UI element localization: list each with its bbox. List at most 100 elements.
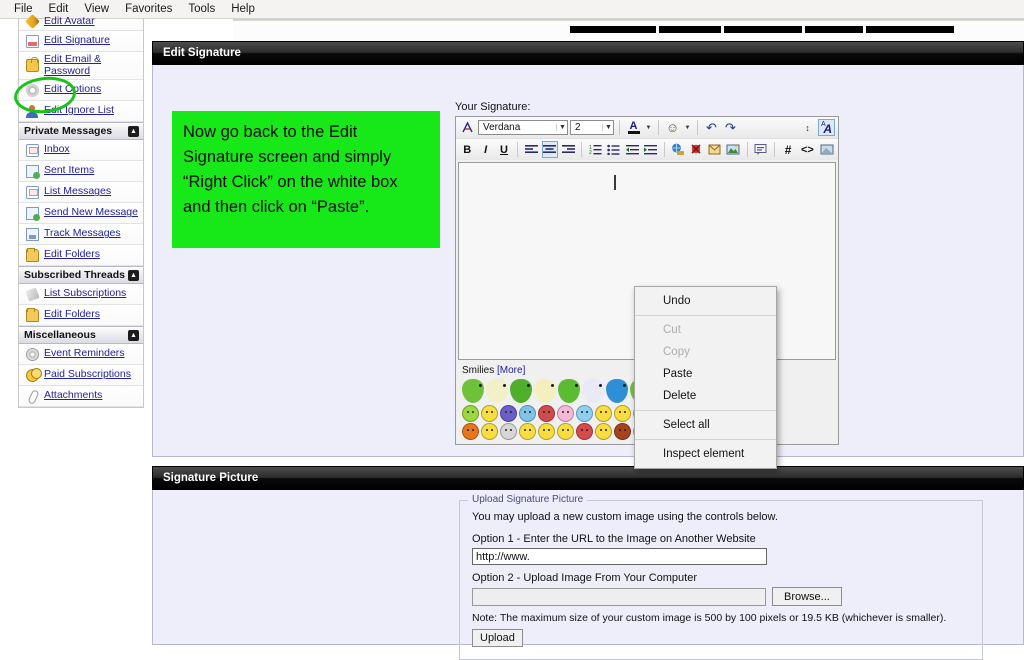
smiley-2-3[interactable] (500, 404, 517, 422)
sidebar-item-event-reminders[interactable]: Event Reminders (19, 344, 143, 365)
menu-favorites[interactable]: Favorites (117, 1, 180, 18)
smiley-bird-6[interactable] (582, 379, 604, 403)
style-picker-icon[interactable] (459, 119, 476, 136)
menu-file[interactable]: File (6, 1, 41, 18)
smiley-dropdown-icon[interactable]: ▼ (683, 119, 692, 136)
file-path-field[interactable] (472, 587, 766, 606)
align-left-button[interactable] (523, 141, 539, 158)
smiley-bird-7[interactable] (606, 379, 628, 403)
smiley-3-1[interactable] (462, 422, 479, 440)
insert-html-icon[interactable]: <> (798, 141, 816, 158)
sidebar-item-label[interactable]: Edit Folders (44, 309, 100, 321)
sidebar-item-edit-folders[interactable]: Edit Folders (19, 305, 143, 326)
context-menu-item-undo[interactable]: Undo (635, 290, 776, 312)
insert-email-icon[interactable] (707, 141, 723, 158)
indent-button[interactable] (643, 141, 659, 158)
italic-button[interactable]: I (477, 141, 493, 158)
smiley-2-2[interactable] (481, 404, 498, 422)
sidebar-item-label[interactable]: Edit Signature (44, 35, 110, 47)
align-right-button[interactable] (560, 141, 576, 158)
line-height-icon[interactable]: ↕ (799, 119, 816, 136)
browse-button[interactable]: Browse... (772, 587, 842, 606)
remove-link-icon[interactable] (688, 141, 704, 158)
sidebar-item-label[interactable]: List Messages (44, 186, 111, 198)
ordered-list-button[interactable]: 12 (587, 141, 603, 158)
context-menu-item-delete[interactable]: Delete (635, 385, 776, 407)
sidebar-item-label[interactable]: Edit Email & Password (44, 53, 128, 77)
sidebar-item-edit-options[interactable]: Edit Options (19, 80, 143, 101)
sidebar-item-edit-folders[interactable]: Edit Folders (19, 245, 143, 266)
sidebar-item-label[interactable]: List Subscriptions (44, 288, 126, 300)
menu-help[interactable]: Help (223, 1, 263, 18)
smiley-2-7[interactable] (576, 404, 593, 422)
context-menu-item-inspect-element[interactable]: Inspect element (635, 443, 776, 465)
sidebar-item-label[interactable]: Paid Subscriptions (44, 369, 131, 381)
sidebar-item-track-messages[interactable]: Track Messages (19, 224, 143, 245)
smiley-bird-4[interactable] (534, 379, 556, 403)
sidebar-item-label[interactable]: Attachments (44, 390, 102, 402)
smiley-bird-3[interactable] (510, 379, 532, 403)
sidebar-item-label[interactable]: Edit Options (44, 84, 101, 96)
upload-button[interactable]: Upload (472, 629, 523, 647)
smiley-insert-icon[interactable]: ☺ (664, 119, 681, 136)
sidebar-item-edit-avatar[interactable]: Edit Avatar (19, 14, 143, 31)
redacted-nav-link-3[interactable] (724, 26, 802, 33)
smiley-3-7[interactable] (576, 422, 593, 440)
smiley-2-9[interactable] (614, 404, 631, 422)
sidebar-item-label[interactable]: Sent Items (44, 165, 94, 177)
redacted-nav-link-1[interactable] (570, 26, 656, 33)
context-menu-item-paste[interactable]: Paste (635, 363, 776, 385)
redacted-nav-link-5[interactable] (866, 26, 954, 33)
smiley-2-6[interactable] (557, 404, 574, 422)
sidebar-item-list-messages[interactable]: List Messages (19, 182, 143, 203)
smiley-3-9[interactable] (614, 422, 631, 440)
font-color-dropdown-icon[interactable]: ▼ (644, 119, 653, 136)
redacted-nav-link-4[interactable] (805, 26, 863, 33)
sidebar-section-private-messages[interactable]: Private Messages ▲ (19, 122, 143, 140)
insert-quote-icon[interactable] (753, 141, 769, 158)
sidebar-item-label[interactable]: Track Messages (44, 228, 121, 240)
image-url-input[interactable] (472, 548, 767, 565)
sidebar-item-paid-subscriptions[interactable]: Paid Subscriptions (19, 365, 143, 386)
underline-button[interactable]: U (496, 141, 512, 158)
redo-icon[interactable]: ↷ (722, 119, 739, 136)
sidebar-item-edit-email-password[interactable]: Edit Email & Password (19, 52, 143, 80)
sidebar-item-sent-items[interactable]: Sent Items (19, 161, 143, 182)
insert-code-hash-icon[interactable]: # (780, 141, 796, 158)
smiley-2-5[interactable] (538, 404, 555, 422)
sidebar-item-attachments[interactable]: Attachments (19, 386, 143, 407)
font-family-select[interactable]: Verdana ▼ (478, 120, 568, 135)
smiley-3-4[interactable] (519, 422, 536, 440)
sidebar-section-subscribed-threads[interactable]: Subscribed Threads ▲ (19, 266, 143, 284)
smiley-3-8[interactable] (595, 422, 612, 440)
sidebar-item-list-subscriptions[interactable]: List Subscriptions (19, 284, 143, 305)
smiley-bird-2[interactable] (486, 379, 508, 403)
smiley-3-6[interactable] (557, 422, 574, 440)
browser-context-menu[interactable]: Undo Cut Copy Paste Delete Select all Inspect … (634, 286, 777, 469)
sidebar-item-label[interactable]: Event Reminders (44, 348, 125, 360)
sidebar-section-miscellaneous[interactable]: Miscellaneous ▲ (19, 326, 143, 344)
insert-attachment-icon[interactable] (819, 141, 835, 158)
toggle-wysiwyg-icon[interactable]: A A (818, 119, 835, 136)
redacted-nav-link-2[interactable] (659, 26, 721, 33)
smiley-2-4[interactable] (519, 404, 536, 422)
outdent-button[interactable] (624, 141, 640, 158)
smiley-2-8[interactable] (595, 404, 612, 422)
font-size-select[interactable]: 2 ▼ (570, 120, 614, 135)
insert-link-icon[interactable] (670, 141, 686, 158)
sidebar-item-label[interactable]: Edit Ignore List (44, 105, 114, 117)
sidebar-item-label[interactable]: Inbox (44, 144, 70, 156)
sidebar-item-inbox[interactable]: Inbox (19, 140, 143, 161)
unordered-list-button[interactable] (606, 141, 622, 158)
collapse-toggle-icon[interactable]: ▲ (128, 270, 139, 281)
sidebar-item-edit-signature[interactable]: Edit Signature (19, 31, 143, 52)
sidebar-item-label[interactable]: Edit Folders (44, 249, 100, 261)
smiley-3-5[interactable] (538, 422, 555, 440)
collapse-toggle-icon[interactable]: ▲ (128, 330, 139, 341)
smilies-more-link[interactable]: [More] (497, 365, 525, 376)
collapse-toggle-icon[interactable]: ▲ (128, 126, 139, 137)
sidebar-item-label[interactable]: Send New Message (44, 207, 138, 219)
smiley-3-3[interactable] (500, 422, 517, 440)
sidebar-item-label[interactable]: Edit Avatar (44, 15, 95, 28)
bold-button[interactable]: B (459, 141, 475, 158)
